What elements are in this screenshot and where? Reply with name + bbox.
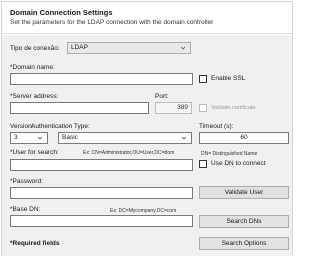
chevron-down-icon [181,135,187,141]
use-dn-label: Use DN to connect [211,160,266,167]
validate-certificate-label: Validate certificate [211,105,256,111]
domain-name-label: *Domain name: [10,64,55,71]
base-dn-label: *Base DN: [10,206,41,213]
domain-name-input[interactable] [10,73,193,85]
connection-type-value: LDAP [71,44,88,51]
dn-hint: DN= Distinguished Name [201,151,258,157]
validate-user-button[interactable]: Validate User [199,186,289,199]
version-value: 3 [14,134,18,141]
enable-ssl-label: Enable SSL [211,75,246,82]
auth-type-label: Authentication Type: [31,123,90,130]
chevron-down-icon [180,45,186,51]
user-for-search-example: Ex: CN=Administrator,OU=User,DC=dom [83,150,175,156]
validate-certificate-checkbox[interactable] [199,104,207,112]
connection-type-label: Tipo de conexão: [10,45,60,52]
base-dn-example: Ex: DC=Mycompany,DC=com [110,208,177,214]
auth-type-value: Basic [62,134,78,141]
ldap-settings-window: Domain Connection Settings Set the param… [1,1,293,256]
user-for-search-label: *User for search: [10,149,59,156]
server-address-label: *Server address: [10,93,59,100]
search-options-button[interactable]: Search Options [199,237,289,250]
auth-type-select[interactable]: Basic [58,132,192,144]
password-label: *Password: [10,178,43,185]
port-input[interactable]: 389 [155,102,192,114]
base-dn-input[interactable] [10,215,193,227]
port-label: Port: [155,93,169,100]
header: Domain Connection Settings Set the param… [2,2,292,34]
enable-ssl-checkbox[interactable] [199,75,207,83]
version-label: Version: [10,123,34,130]
timeout-label: Timeout (s): [199,123,234,130]
server-address-input[interactable] [10,102,149,114]
chevron-down-icon [37,135,43,141]
user-for-search-input[interactable] [10,159,193,171]
version-select[interactable]: 3 [10,132,48,144]
required-fields-note: *Required fields [10,240,60,247]
search-dns-button[interactable]: Search DNs [199,215,289,228]
page-subtitle: Set the parameters for the LDAP connecti… [10,19,214,26]
password-input[interactable] [10,187,193,199]
timeout-input[interactable]: 60 [199,132,289,144]
form-panel: Tipo de conexão: LDAP *Domain name: Enab… [2,35,292,256]
use-dn-checkbox[interactable] [199,160,207,168]
connection-type-select[interactable]: LDAP [67,42,191,54]
page-title: Domain Connection Settings [10,8,113,17]
